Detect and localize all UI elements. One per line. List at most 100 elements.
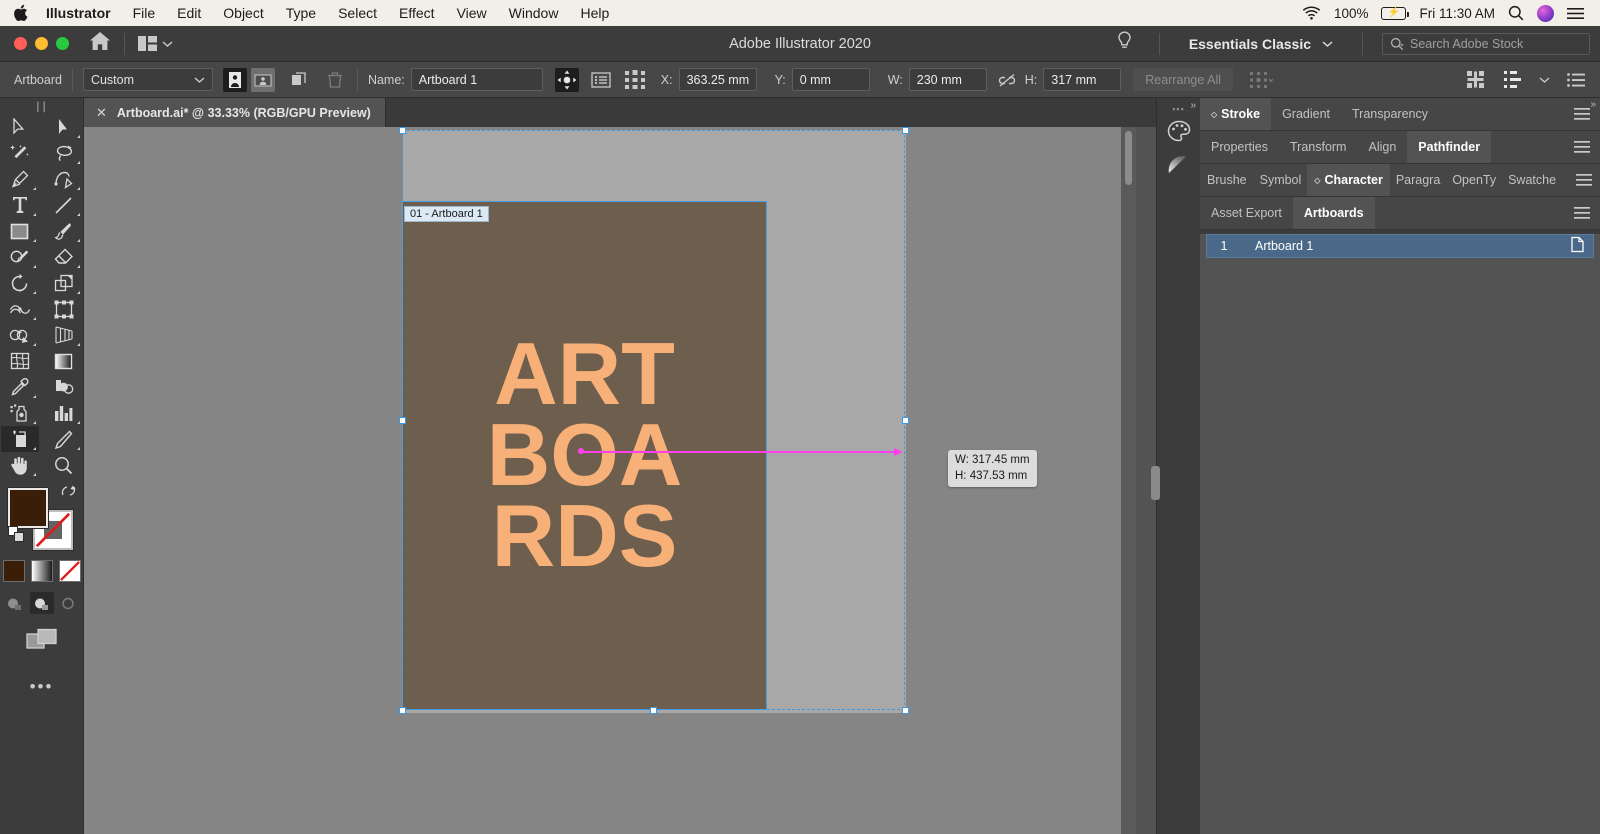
y-position-input[interactable]: 0 mm — [792, 68, 870, 91]
tab-pathfinder[interactable]: Pathfinder — [1407, 131, 1491, 163]
width-tool[interactable] — [1, 296, 39, 322]
artboard-doc-icon[interactable] — [1562, 236, 1593, 256]
tools-panel-grip[interactable]: ┃┃ — [0, 102, 83, 112]
control-center-icon[interactable] — [1567, 7, 1584, 20]
column-graph-tool[interactable] — [45, 400, 83, 426]
symbol-sprayer-tool[interactable] — [1, 400, 39, 426]
battery-charging-icon[interactable]: ⚡ — [1381, 7, 1406, 20]
panel-menu-icon[interactable] — [1564, 197, 1600, 229]
tab-transform[interactable]: Transform — [1279, 131, 1358, 163]
selection-tool[interactable] — [1, 114, 39, 140]
lightbulb-icon[interactable] — [1103, 31, 1146, 56]
draw-behind-icon[interactable] — [30, 592, 54, 614]
menu-app-name[interactable]: Illustrator — [46, 0, 122, 26]
hand-tool[interactable] — [1, 452, 39, 478]
scale-tool[interactable] — [45, 270, 83, 296]
mesh-tool[interactable] — [1, 348, 39, 374]
selection-handle-bottom-right[interactable] — [902, 707, 909, 714]
move-artwork-with-artboard-button[interactable] — [555, 68, 579, 92]
tab-transparency[interactable]: Transparency — [1341, 98, 1439, 130]
close-window-button[interactable] — [14, 37, 27, 50]
swap-fill-stroke-icon[interactable] — [61, 484, 76, 503]
tab-properties[interactable]: Properties — [1200, 131, 1279, 163]
artboard-tool[interactable] — [1, 426, 39, 452]
tab-stroke[interactable]: ◇ Stroke — [1200, 98, 1271, 130]
document-tab[interactable]: ✕ Artboard.ai* @ 33.33% (RGB/GPU Preview… — [84, 98, 386, 127]
change-screen-mode-icon[interactable] — [26, 628, 58, 655]
slice-tool[interactable] — [45, 426, 83, 452]
tab-gradient[interactable]: Gradient — [1271, 98, 1341, 130]
selection-handle-right-middle[interactable] — [902, 417, 909, 424]
close-icon[interactable]: ✕ — [96, 106, 107, 119]
tab-swatches[interactable]: Swatche — [1502, 164, 1562, 196]
selection-handle-left-middle[interactable] — [399, 417, 406, 424]
menu-object[interactable]: Object — [212, 0, 274, 26]
perspective-grid-tool[interactable] — [45, 322, 83, 348]
rotate-tool[interactable] — [1, 270, 39, 296]
menu-view[interactable]: View — [446, 0, 498, 26]
tab-paragraph[interactable]: Paragra — [1390, 164, 1446, 196]
color-button[interactable] — [3, 560, 25, 582]
tab-character[interactable]: ◇ Character — [1307, 164, 1390, 196]
siri-icon[interactable] — [1537, 5, 1554, 22]
landscape-orientation-button[interactable] — [251, 68, 275, 92]
expand-panels-icon[interactable]: » — [1590, 99, 1596, 110]
workspace-switcher[interactable]: Essentials Classic — [1173, 36, 1349, 52]
pen-tool[interactable] — [1, 166, 39, 192]
selection-handle-top-right[interactable] — [902, 127, 909, 134]
delete-artboard-button[interactable] — [323, 68, 347, 92]
tab-asset-export[interactable]: Asset Export — [1200, 197, 1293, 229]
align-button[interactable] — [1463, 68, 1487, 92]
panel-menu-icon[interactable] — [1564, 68, 1588, 92]
width-input[interactable]: 230 mm — [909, 68, 987, 91]
gradient-panel-icon[interactable] — [1157, 148, 1201, 182]
selection-handle-bottom-left[interactable] — [399, 707, 406, 714]
tab-symbols[interactable]: Symbol — [1254, 164, 1308, 196]
selection-handle-bottom-middle[interactable] — [650, 707, 657, 714]
chevron-down-icon[interactable] — [1539, 76, 1550, 84]
line-segment-tool[interactable] — [45, 192, 83, 218]
scrollbar-thumb[interactable] — [1125, 131, 1132, 185]
tab-brushes[interactable]: Brushe — [1200, 164, 1254, 196]
tab-align[interactable]: Align — [1357, 131, 1407, 163]
reference-point-selector[interactable] — [623, 68, 647, 92]
magic-wand-tool[interactable] — [1, 140, 39, 166]
panel-menu-icon[interactable] — [1568, 164, 1600, 196]
portrait-orientation-button[interactable] — [223, 68, 247, 92]
artboard-name-input[interactable]: Artboard 1 — [411, 68, 543, 91]
menu-effect[interactable]: Effect — [388, 0, 446, 26]
curvature-tool[interactable] — [45, 166, 83, 192]
eyedropper-tool[interactable] — [1, 374, 39, 400]
panel-menu-icon[interactable] — [1564, 131, 1600, 163]
type-tool[interactable] — [1, 192, 39, 218]
shaper-tool[interactable] — [1, 244, 39, 270]
anchor-grid-button[interactable] — [1249, 68, 1273, 92]
tab-opentype[interactable]: OpenTy — [1446, 164, 1502, 196]
blend-tool[interactable] — [45, 374, 83, 400]
x-position-input[interactable]: 363.25 mm — [679, 68, 757, 91]
panel-resize-handle[interactable] — [1151, 466, 1160, 500]
spotlight-search-icon[interactable] — [1508, 5, 1524, 21]
maximize-window-button[interactable] — [56, 37, 69, 50]
shape-builder-tool[interactable] — [1, 322, 39, 348]
menu-window[interactable]: Window — [498, 0, 570, 26]
paintbrush-tool[interactable] — [45, 218, 83, 244]
gradient-button[interactable] — [31, 560, 53, 582]
default-fill-stroke-icon[interactable] — [8, 526, 25, 548]
lasso-tool[interactable] — [45, 140, 83, 166]
artboard-options-button[interactable] — [589, 68, 613, 92]
adobe-stock-search-input[interactable]: Search Adobe Stock — [1382, 33, 1590, 55]
new-artboard-button[interactable] — [287, 68, 311, 92]
rectangle-tool[interactable] — [1, 218, 39, 244]
direct-selection-tool[interactable] — [45, 114, 83, 140]
menu-select[interactable]: Select — [327, 0, 388, 26]
distribute-button[interactable] — [1501, 68, 1525, 92]
gradient-tool[interactable] — [45, 348, 83, 374]
edit-toolbar-icon[interactable]: ••• — [0, 677, 83, 697]
artboards-panel-body[interactable]: 1 Artboard 1 — [1200, 234, 1600, 834]
wifi-icon[interactable] — [1302, 6, 1321, 20]
clock-label[interactable]: Fri 11:30 AM — [1419, 6, 1495, 21]
artboard-preset-select[interactable]: Custom — [83, 68, 213, 91]
eraser-tool[interactable] — [45, 244, 83, 270]
home-icon[interactable] — [89, 31, 111, 56]
